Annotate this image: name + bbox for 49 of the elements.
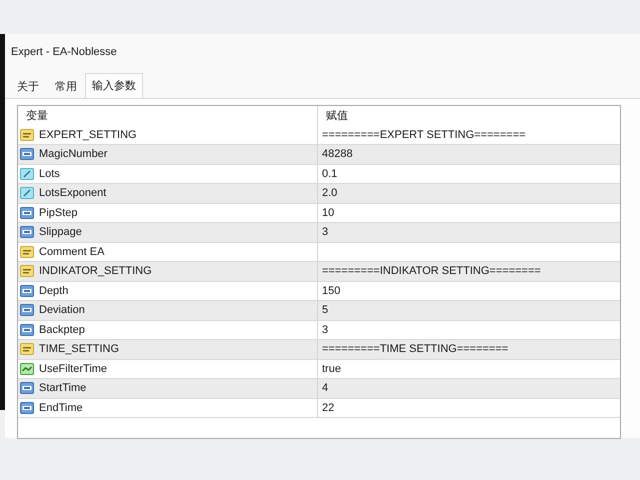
parameter-value[interactable]: 48288 bbox=[322, 148, 353, 160]
parameter-value[interactable]: 22 bbox=[322, 402, 334, 414]
tab[interactable]: 输入参数 bbox=[85, 73, 143, 98]
text-type-icon bbox=[20, 342, 34, 356]
number-type-icon bbox=[20, 400, 34, 415]
parameter-name: EXPERT_SETTING bbox=[39, 128, 137, 141]
parameter-name: TIME_SETTING bbox=[39, 343, 120, 356]
parameter-value[interactable]: =========INDIKATOR SETTING======== bbox=[322, 265, 541, 278]
column-header[interactable]: 变量 bbox=[18, 106, 318, 126]
tab[interactable]: 关于 bbox=[9, 75, 47, 98]
parameter-value[interactable]: 4 bbox=[322, 382, 328, 394]
parameter-value[interactable]: true bbox=[322, 362, 341, 375]
parameter-name: LotsExponent bbox=[39, 187, 106, 200]
fraction-type-icon bbox=[20, 186, 34, 200]
parameter-value[interactable]: 10 bbox=[322, 206, 334, 219]
parameter-name: StartTime bbox=[39, 382, 86, 394]
number-type-icon bbox=[20, 284, 34, 298]
number-type-icon bbox=[20, 206, 34, 220]
number-type-icon bbox=[20, 225, 34, 240]
column-header[interactable]: 赋值 bbox=[318, 106, 620, 126]
parameter-value[interactable]: 3 bbox=[322, 226, 328, 238]
parameter-name: MagicNumber bbox=[39, 148, 108, 160]
parameter-name: EndTime bbox=[39, 402, 83, 414]
parameter-value[interactable]: 0.1 bbox=[322, 168, 338, 180]
parameter-name: Depth bbox=[39, 284, 68, 297]
parameter-name: Slippage bbox=[39, 226, 82, 238]
parameter-name: PipStep bbox=[39, 206, 78, 219]
parameter-value[interactable]: =========TIME SETTING======== bbox=[322, 343, 508, 356]
fraction-type-icon bbox=[20, 166, 34, 181]
parameter-value[interactable]: 2.0 bbox=[322, 187, 338, 200]
number-type-icon bbox=[20, 381, 34, 396]
parameter-value[interactable]: 5 bbox=[322, 304, 328, 316]
number-type-icon bbox=[20, 322, 34, 337]
parameter-value[interactable]: 150 bbox=[322, 284, 340, 297]
parameter-name: Comment EA bbox=[39, 246, 104, 258]
tab[interactable]: 常用 bbox=[47, 75, 85, 98]
parameter-name: Lots bbox=[39, 168, 60, 180]
number-type-icon bbox=[20, 303, 34, 318]
parameter-name: UseFilterTime bbox=[39, 362, 108, 375]
parameter-name: Deviation bbox=[39, 304, 85, 316]
text-type-icon bbox=[20, 128, 34, 142]
window-title: Expert - EA-Noblesse bbox=[10, 45, 118, 60]
parameter-value[interactable]: =========EXPERT SETTING======== bbox=[322, 128, 526, 141]
text-type-icon bbox=[20, 264, 34, 278]
parameter-value[interactable]: 3 bbox=[322, 324, 328, 336]
parameter-name: Backptep bbox=[39, 324, 85, 336]
text-type-icon bbox=[20, 244, 34, 259]
parameter-name: INDIKATOR_SETTING bbox=[39, 265, 152, 278]
number-type-icon bbox=[20, 147, 34, 162]
